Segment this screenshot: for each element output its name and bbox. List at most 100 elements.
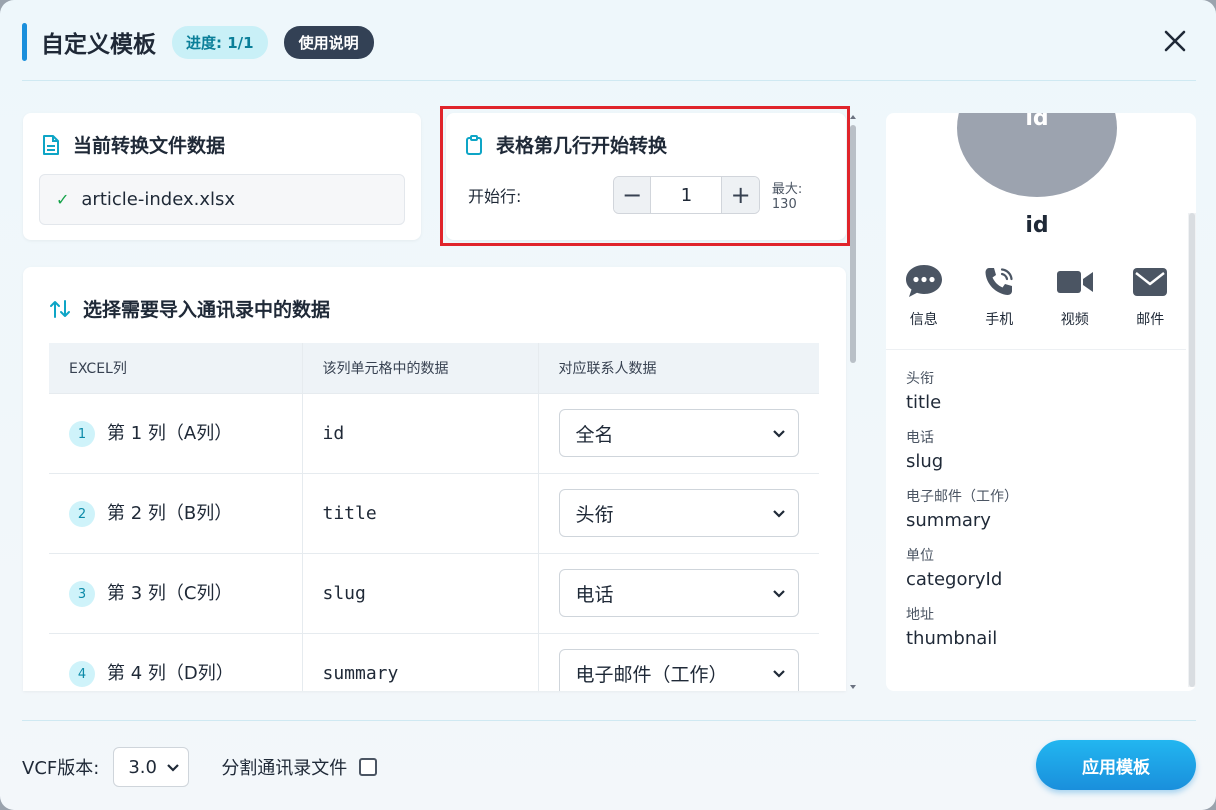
- contact-field-cell: 电子邮件（工作）: [537, 632, 819, 691]
- header-divider: [22, 80, 1196, 81]
- table-row: 3 第 3 列（C列） slug 电话: [49, 552, 819, 633]
- row-index-badge: 2: [69, 501, 95, 527]
- vcf-version-select[interactable]: 3.0: [113, 747, 190, 787]
- cell-data-value: id: [301, 392, 538, 473]
- field-value: slug: [906, 451, 944, 472]
- field-label: 头衔: [906, 371, 934, 387]
- apply-template-button[interactable]: 应用模板: [1036, 740, 1196, 790]
- table-header-row: EXCEL列 该列单元格中的数据 对应联系人数据: [49, 343, 819, 393]
- selected-field: 电子邮件（工作）: [575, 663, 728, 686]
- contact-field-cell: 电话: [537, 552, 819, 633]
- contact-field-select[interactable]: 头衔: [558, 489, 799, 537]
- mapping-table: EXCEL列 该列单元格中的数据 对应联系人数据 1 第 1 列（A列） id 全…: [49, 343, 819, 691]
- chevron-down-icon: [166, 757, 180, 778]
- contact-details: 头衔 title 电话 slug 电子邮件（工作） summary 单位 cat…: [886, 349, 1186, 689]
- contact-scroll-thumb[interactable]: [1189, 213, 1195, 687]
- video-icon: [1055, 263, 1095, 301]
- field-label: 地址: [906, 607, 934, 623]
- sort-arrows-icon: [49, 299, 71, 319]
- avatar: id: [957, 113, 1117, 197]
- column-header-cell-data: 该列单元格中的数据: [301, 343, 538, 393]
- field-value: thumbnail: [906, 628, 998, 649]
- contact-name: id: [1025, 213, 1049, 238]
- column-header-excel: EXCEL列: [49, 343, 302, 393]
- row-index-badge: 3: [69, 581, 95, 607]
- vcf-version-label: VCF版本:: [22, 758, 100, 779]
- field-value: categoryId: [906, 569, 1003, 590]
- excel-column-cell: 3 第 3 列（C列）: [49, 552, 302, 633]
- footer-divider: [22, 720, 1196, 721]
- start-row-stepper: − +: [612, 176, 760, 214]
- action-mail-label: 邮件: [1136, 312, 1165, 328]
- row-index-badge: 1: [69, 421, 95, 447]
- start-row-card: 表格第几行开始转换 开始行: − + 最大: 130: [446, 113, 846, 240]
- contact-field-cell: 头衔: [537, 472, 819, 553]
- dialog-footer: VCF版本: 3.0 分割通讯录文件 应用模板: [22, 740, 1196, 790]
- cell-data-value: summary: [301, 632, 538, 691]
- clipboard-icon: [464, 134, 484, 156]
- cell-data-value: title: [301, 472, 538, 553]
- contact-field-cell: 全名: [537, 392, 819, 473]
- document-icon: [41, 134, 61, 156]
- file-name: article-index.xlsx: [81, 189, 236, 210]
- mapping-title: 选择需要导入通讯录中的数据: [49, 295, 330, 322]
- field-value: summary: [906, 510, 991, 531]
- mail-icon: [1131, 263, 1169, 301]
- action-message[interactable]: 信息: [886, 263, 962, 329]
- selected-field: 电话: [575, 583, 614, 606]
- action-video-label: 视频: [1060, 312, 1089, 328]
- contact-actions: 信息 手机 视频 邮件: [886, 263, 1188, 329]
- phone-icon: [981, 263, 1017, 301]
- start-row-label: 开始行:: [468, 187, 522, 206]
- field-value: title: [906, 392, 942, 413]
- start-row-title: 表格第几行开始转换: [464, 131, 667, 158]
- field-label: 单位: [906, 548, 934, 564]
- excel-column-label: 第 1 列（A列）: [107, 423, 233, 444]
- check-icon: ✓: [56, 190, 70, 209]
- contact-field-select[interactable]: 电话: [558, 569, 799, 617]
- action-message-label: 信息: [909, 312, 938, 328]
- excel-column-cell: 1 第 1 列（A列）: [49, 392, 302, 473]
- action-phone[interactable]: 手机: [962, 263, 1038, 329]
- excel-column-label: 第 3 列（C列）: [107, 583, 233, 604]
- start-row-control: 开始行: − + 最大: 130: [468, 176, 830, 214]
- increment-button[interactable]: +: [722, 177, 759, 213]
- start-row-input[interactable]: [650, 177, 723, 213]
- close-icon[interactable]: [1160, 26, 1190, 56]
- current-file-card: 当前转换文件数据 ✓ article-index.xlsx: [23, 113, 421, 240]
- contact-field-select[interactable]: 电子邮件（工作）: [558, 649, 799, 691]
- dialog-title: 自定义模板: [41, 32, 156, 58]
- current-file-title: 当前转换文件数据: [41, 131, 225, 158]
- mapping-title-text: 选择需要导入通讯录中的数据: [83, 299, 331, 321]
- contact-scrollbar[interactable]: [1188, 213, 1196, 687]
- left-panel-scrollbar[interactable]: [847, 113, 859, 691]
- vcf-version-value: 3.0: [128, 756, 157, 778]
- selected-field: 头衔: [575, 503, 614, 526]
- scroll-up-icon[interactable]: [849, 113, 857, 121]
- contact-preview-card: id id 信息 手机 视频 邮件 头衔 title 电话 slug 电子邮件（…: [886, 113, 1196, 691]
- max-row-label: 最大: 130: [771, 182, 803, 212]
- contact-field-select[interactable]: 全名: [558, 409, 799, 457]
- start-row-title-text: 表格第几行开始转换: [496, 135, 668, 157]
- chevron-down-icon: [772, 582, 786, 604]
- title-accent-bar: [22, 23, 27, 61]
- field-label: 电子邮件（工作）: [906, 489, 1018, 505]
- help-button[interactable]: 使用说明: [283, 25, 374, 59]
- action-mail[interactable]: 邮件: [1113, 263, 1189, 329]
- file-name-box: ✓ article-index.xlsx: [39, 174, 405, 225]
- excel-column-cell: 2 第 2 列（B列）: [49, 472, 302, 553]
- chevron-down-icon: [772, 422, 786, 444]
- mapping-card: 选择需要导入通讯录中的数据 EXCEL列 该列单元格中的数据 对应联系人数据 1…: [23, 267, 846, 691]
- selected-field: 全名: [575, 423, 614, 446]
- table-row: 4 第 4 列（D列） summary 电子邮件（工作）: [49, 632, 819, 691]
- action-video[interactable]: 视频: [1037, 263, 1113, 329]
- chevron-down-icon: [772, 502, 786, 524]
- scroll-thumb[interactable]: [850, 125, 856, 363]
- split-contacts-label: 分割通讯录文件: [221, 758, 348, 779]
- custom-template-dialog: 自定义模板 进度: 1/1 使用说明 当前转换文件数据 ✓ article-in…: [0, 0, 1216, 810]
- decrement-button[interactable]: −: [613, 177, 651, 213]
- action-phone-label: 手机: [985, 312, 1014, 328]
- column-header-contact-field: 对应联系人数据: [537, 343, 819, 393]
- split-contacts-checkbox[interactable]: [359, 758, 378, 776]
- scroll-down-icon[interactable]: [849, 683, 857, 691]
